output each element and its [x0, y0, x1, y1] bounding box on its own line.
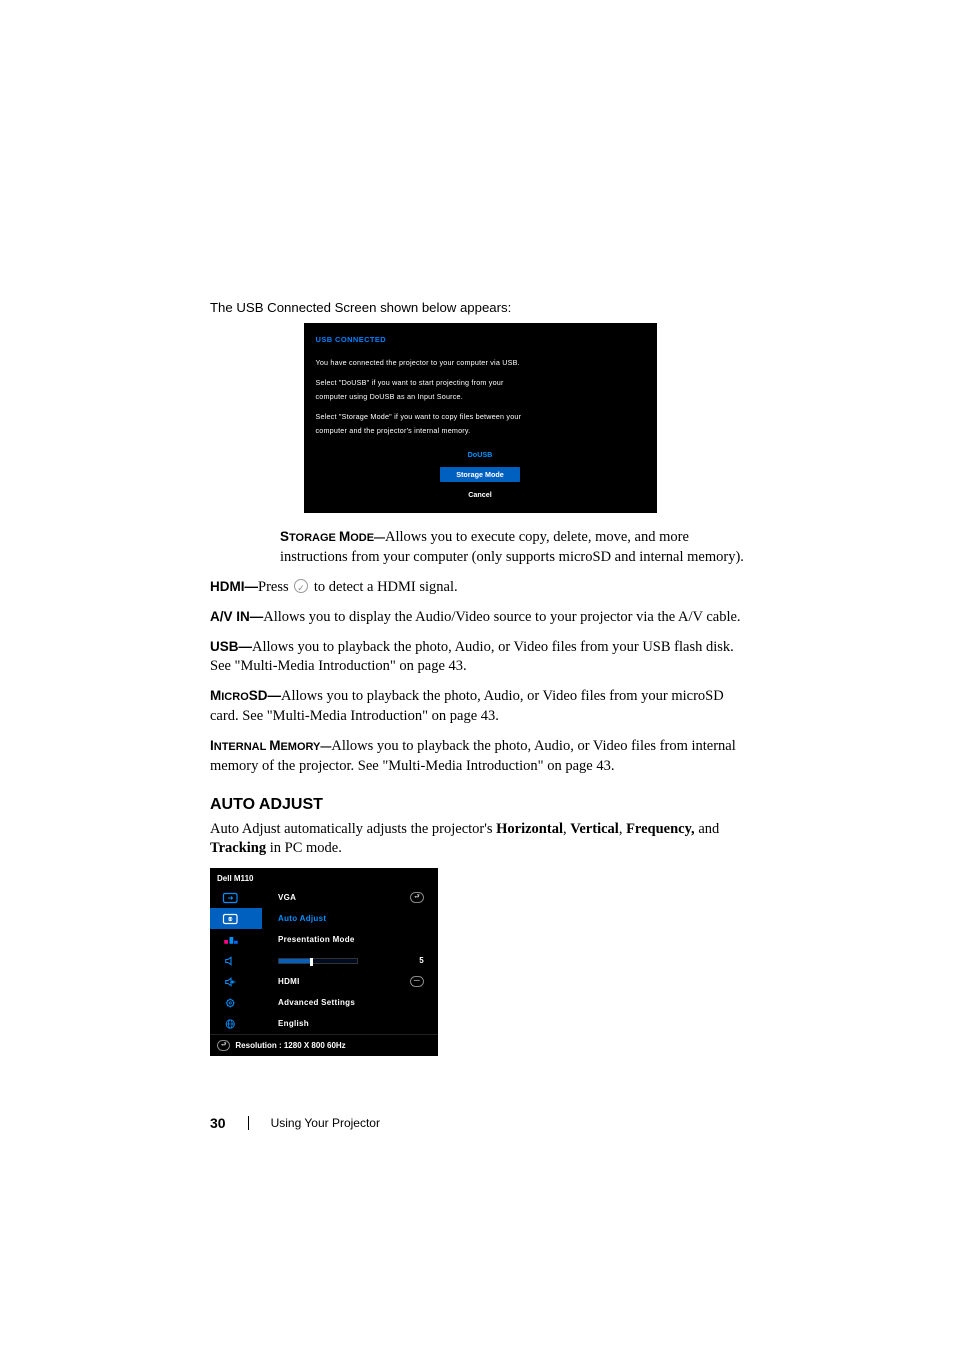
osd-footer: ⮐ Resolution : 1280 X 800 60Hz [210, 1034, 438, 1056]
osd-menu-screenshot: Dell M110 VGA ⮐ Auto Adjust Presentation… [210, 868, 438, 1056]
osd-title: Dell M110 [210, 868, 438, 887]
menu-label: English [278, 1019, 309, 1028]
menu-row-advanced[interactable]: Advanced Settings [210, 992, 438, 1013]
input-source-icon [222, 891, 240, 905]
menu-label: HDMI [278, 977, 300, 986]
usb-screen-text: You have connected the projector to your… [316, 356, 645, 370]
storage-mode-button[interactable]: Storage Mode [440, 467, 520, 482]
audio-input-icon [222, 975, 240, 989]
enter-icon: ⮐ [410, 892, 424, 903]
cancel-button[interactable]: Cancel [440, 487, 520, 502]
speaker-icon [222, 954, 240, 968]
video-mode-icon [222, 933, 240, 947]
menu-row-vga[interactable]: VGA ⮐ [210, 887, 438, 908]
page-number: 30 [210, 1115, 226, 1131]
hdmi-description: HDMI—Press to detect a HDMI signal. [210, 577, 750, 597]
internal-memory-description: INTERNAL MEMORY—Allows you to playback t… [210, 736, 750, 776]
document-page: The USB Connected Screen shown below app… [210, 300, 750, 1056]
menu-label: Presentation Mode [278, 935, 355, 944]
globe-icon [222, 1017, 240, 1031]
usb-screen-text: computer and the projector's internal me… [316, 424, 645, 438]
auto-adjust-heading: AUTO ADJUST [210, 796, 750, 814]
page-footer: 30 Using Your Projector [210, 1115, 380, 1131]
menu-row-auto-adjust[interactable]: Auto Adjust [210, 908, 438, 929]
usb-screen-text: computer using DoUSB as an Input Source. [316, 390, 645, 404]
resolution-status: Resolution : 1280 X 800 60Hz [235, 1041, 345, 1050]
menu-row-audio-input[interactable]: HDMI — [210, 971, 438, 992]
nav-icon: — [410, 976, 424, 987]
menu-label: Auto Adjust [278, 914, 326, 923]
section-title: Using Your Projector [271, 1116, 380, 1130]
footer-divider [248, 1116, 249, 1130]
menu-label: VGA [278, 893, 296, 902]
gear-icon [222, 996, 240, 1010]
enter-icon: ⮐ [217, 1040, 230, 1051]
menu-row-video-mode[interactable]: Presentation Mode [210, 929, 438, 950]
microsd-description: MICROSD—Allows you to playback the photo… [210, 686, 750, 726]
usb-screen-title: USB CONNECTED [316, 335, 645, 344]
auto-adjust-description: Auto Adjust automatically adjusts the pr… [210, 820, 750, 858]
menu-row-language[interactable]: English [210, 1013, 438, 1034]
dousb-button[interactable]: DoUSB [440, 447, 520, 462]
usb-screen-text: Select "DoUSB" if you want to start proj… [316, 376, 645, 390]
volume-slider[interactable] [278, 958, 358, 964]
storage-mode-description: STORAGE MODE—Allows you to execute copy,… [280, 527, 745, 567]
av-in-description: A/V IN—Allows you to display the Audio/V… [210, 607, 750, 627]
slider-value: 5 [419, 956, 424, 965]
check-circle-icon [294, 579, 308, 593]
usb-connected-screenshot: USB CONNECTED You have connected the pro… [304, 323, 657, 513]
auto-adjust-icon [222, 912, 240, 926]
usb-description: USB—Allows you to playback the photo, Au… [210, 637, 750, 676]
menu-row-volume[interactable]: 5 [210, 950, 438, 971]
menu-label: Advanced Settings [278, 998, 355, 1007]
usb-screen-text: Select "Storage Mode" if you want to cop… [316, 410, 645, 424]
intro-text: The USB Connected Screen shown below app… [210, 300, 750, 315]
